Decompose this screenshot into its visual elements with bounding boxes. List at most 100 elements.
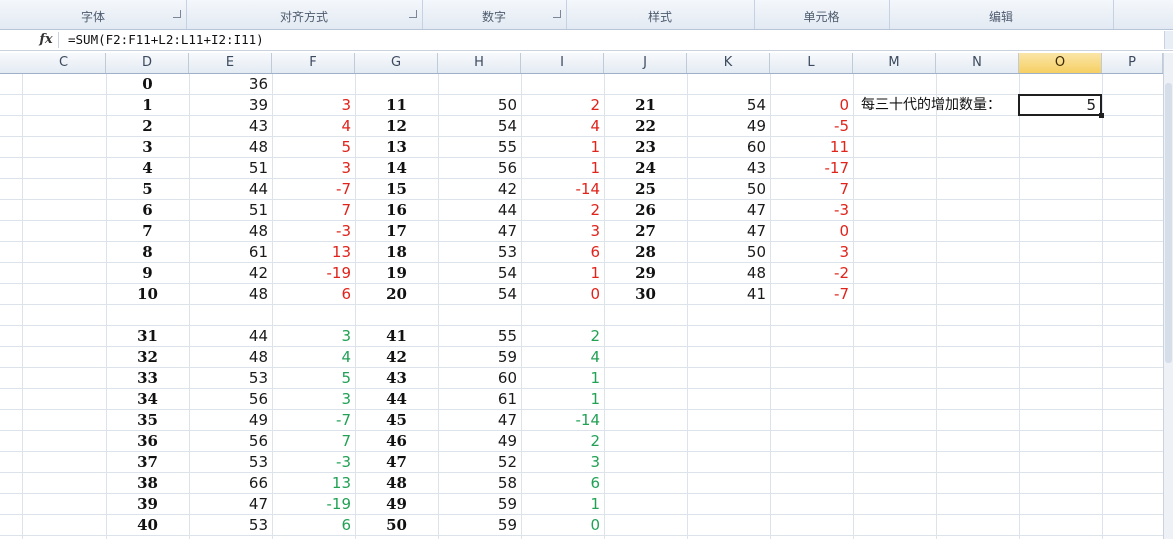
cell-e[interactable]: 66: [189, 473, 272, 494]
cell-d[interactable]: 34: [106, 389, 189, 410]
cell-i[interactable]: 2: [521, 95, 604, 116]
cell-j[interactable]: 30: [604, 284, 687, 305]
cell-e[interactable]: 47: [189, 494, 272, 515]
cell-f[interactable]: 4: [272, 116, 355, 137]
cell-f[interactable]: -3: [272, 452, 355, 473]
cell-e[interactable]: 53: [189, 515, 272, 536]
cell-d[interactable]: 4: [106, 158, 189, 179]
cell-d[interactable]: 31: [106, 326, 189, 347]
cell-h[interactable]: 44: [438, 200, 521, 221]
cell-e[interactable]: 51: [189, 200, 272, 221]
cell-f[interactable]: -7: [272, 410, 355, 431]
cell-e[interactable]: 36: [189, 74, 272, 95]
cell-h[interactable]: 54: [438, 116, 521, 137]
cell-h[interactable]: 59: [438, 347, 521, 368]
cell-h[interactable]: 59: [438, 515, 521, 536]
cell-g[interactable]: 11: [355, 95, 438, 116]
cell-e[interactable]: 48: [189, 284, 272, 305]
cell-h[interactable]: 56: [438, 158, 521, 179]
column-header-f[interactable]: F: [272, 53, 355, 73]
cell-d[interactable]: 38: [106, 473, 189, 494]
cell-d[interactable]: 39: [106, 494, 189, 515]
cell-d[interactable]: 2: [106, 116, 189, 137]
cell-f[interactable]: 3: [272, 326, 355, 347]
cell-l[interactable]: 0: [770, 95, 853, 116]
column-header-j[interactable]: J: [604, 53, 687, 73]
cell-e[interactable]: 53: [189, 452, 272, 473]
column-header-n[interactable]: N: [936, 53, 1019, 73]
cell-j[interactable]: 21: [604, 95, 687, 116]
worksheet-grid[interactable]: 0 36 1 39 3 11 50 2 21 54 0 2 43 4 12 54 4 22 49 -5 3 48 5 13 55…: [0, 74, 1163, 539]
vertical-scrollbar[interactable]: [1163, 53, 1173, 539]
cell-g[interactable]: 12: [355, 116, 438, 137]
cell-f[interactable]: 13: [272, 242, 355, 263]
cell-f[interactable]: 4: [272, 347, 355, 368]
column-header-d[interactable]: D: [106, 53, 189, 73]
cell-f[interactable]: 5: [272, 368, 355, 389]
cell-l[interactable]: 0: [770, 221, 853, 242]
cell-g[interactable]: 50: [355, 515, 438, 536]
cell-k[interactable]: 50: [687, 242, 770, 263]
cell-g[interactable]: 16: [355, 200, 438, 221]
cell-j[interactable]: 23: [604, 137, 687, 158]
cell-g[interactable]: 49: [355, 494, 438, 515]
cell-d[interactable]: 37: [106, 452, 189, 473]
cell-e[interactable]: 48: [189, 221, 272, 242]
column-header-p[interactable]: P: [1102, 53, 1163, 73]
insert-function-icon[interactable]: fx: [34, 30, 58, 50]
cell-g[interactable]: 18: [355, 242, 438, 263]
cell-l[interactable]: 7: [770, 179, 853, 200]
cell-l[interactable]: 3: [770, 242, 853, 263]
cell-e[interactable]: 39: [189, 95, 272, 116]
cell-f[interactable]: 6: [272, 515, 355, 536]
cell-f[interactable]: 3: [272, 389, 355, 410]
cell-k[interactable]: 43: [687, 158, 770, 179]
cell-d[interactable]: 40: [106, 515, 189, 536]
cell-h[interactable]: 47: [438, 410, 521, 431]
cell-f[interactable]: 6: [272, 284, 355, 305]
cell-i[interactable]: 6: [521, 473, 604, 494]
cell-l[interactable]: -2: [770, 263, 853, 284]
cell-d[interactable]: 33: [106, 368, 189, 389]
cell-h[interactable]: 53: [438, 242, 521, 263]
cell-k[interactable]: 47: [687, 221, 770, 242]
cell-f[interactable]: 3: [272, 158, 355, 179]
cell-d[interactable]: 8: [106, 242, 189, 263]
cell-e[interactable]: 44: [189, 326, 272, 347]
cell-h[interactable]: 61: [438, 389, 521, 410]
cell-i[interactable]: 6: [521, 242, 604, 263]
column-header-i[interactable]: I: [521, 53, 604, 73]
cell-h[interactable]: 42: [438, 179, 521, 200]
cell-f[interactable]: 3: [272, 95, 355, 116]
cell-h[interactable]: 55: [438, 137, 521, 158]
cell-g[interactable]: 43: [355, 368, 438, 389]
cell-g[interactable]: 14: [355, 158, 438, 179]
fill-handle[interactable]: [1099, 113, 1104, 118]
cell-g[interactable]: 45: [355, 410, 438, 431]
cell-f[interactable]: 13: [272, 473, 355, 494]
cell-e[interactable]: 56: [189, 389, 272, 410]
cell-i[interactable]: 2: [521, 431, 604, 452]
cell-i[interactable]: -14: [521, 179, 604, 200]
column-header-k[interactable]: K: [687, 53, 770, 73]
cell-g[interactable]: 46: [355, 431, 438, 452]
column-header-h[interactable]: H: [438, 53, 521, 73]
cell-e[interactable]: 61: [189, 242, 272, 263]
cell-i[interactable]: 1: [521, 494, 604, 515]
dialog-launcher-icon[interactable]: [553, 10, 561, 18]
cell-k[interactable]: 47: [687, 200, 770, 221]
cell-h[interactable]: 59: [438, 494, 521, 515]
cell-d[interactable]: 32: [106, 347, 189, 368]
cell-e[interactable]: 44: [189, 179, 272, 200]
cell-f[interactable]: -19: [272, 263, 355, 284]
cell-j[interactable]: 29: [604, 263, 687, 284]
cell-j[interactable]: 22: [604, 116, 687, 137]
column-header-e[interactable]: E: [189, 53, 272, 73]
cell-l[interactable]: -3: [770, 200, 853, 221]
column-header-o[interactable]: O: [1019, 53, 1102, 73]
cell-d[interactable]: 7: [106, 221, 189, 242]
cell-l[interactable]: 11: [770, 137, 853, 158]
column-header-l[interactable]: L: [770, 53, 853, 73]
cell-e[interactable]: 56: [189, 431, 272, 452]
dialog-launcher-icon[interactable]: [409, 10, 417, 18]
